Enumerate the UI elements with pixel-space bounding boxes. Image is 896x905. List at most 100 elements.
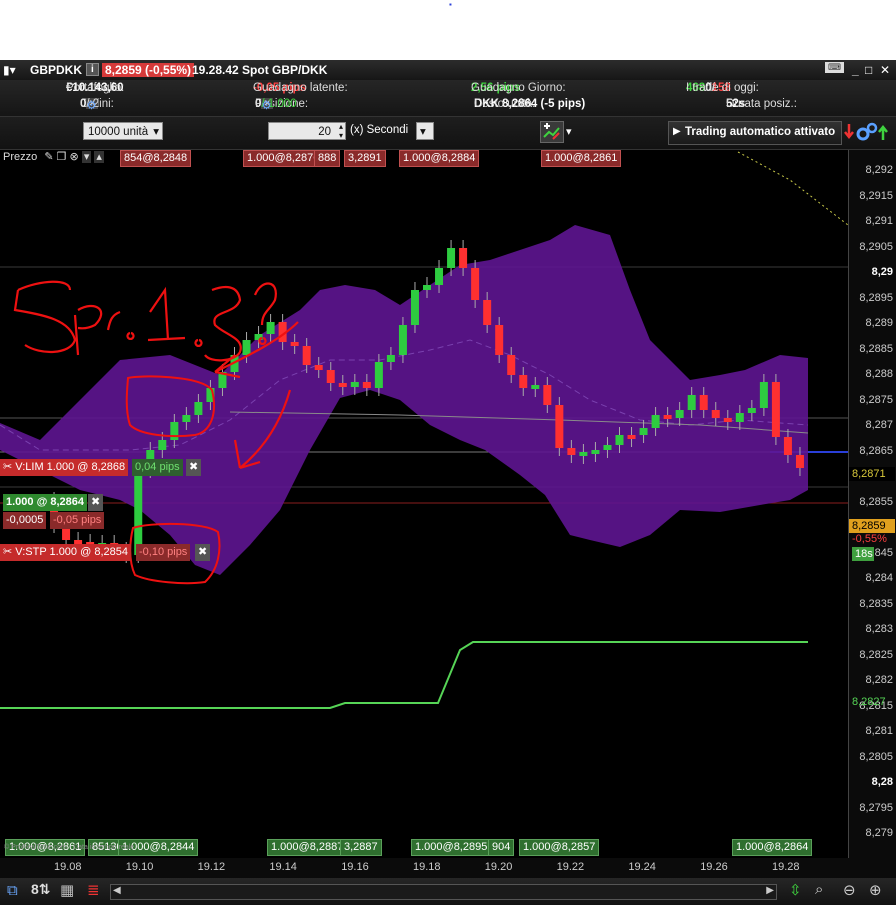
maximize-icon[interactable]: □ [865, 63, 872, 77]
candle-body [362, 382, 371, 388]
scissors-icon[interactable]: ✂ [3, 546, 12, 558]
chevron-down-icon[interactable]: ▾ [566, 125, 572, 138]
top-order-label[interactable]: 1.000@8,2884 [399, 150, 480, 167]
vlim-order[interactable]: ✂ V:LIM 1.000 @ 8,2868 [0, 459, 129, 476]
xaxis-tick: 19.08 [54, 861, 82, 873]
position-line-label[interactable]: 1.000 @ 8,2864 [3, 494, 88, 511]
chevron-right-icon: ▶ [673, 126, 681, 137]
top-order-label[interactable]: 1.000@8,2876 [243, 150, 324, 167]
vlim-close-icon[interactable]: ✖ [186, 459, 202, 476]
auto-trading-gear-icon[interactable] [843, 121, 889, 143]
chart-type-icon[interactable]: ⧉ [7, 882, 18, 899]
yaxis-badge-price: 8,2859 [849, 519, 895, 533]
interval-input[interactable]: 20 ▴ ▾ [268, 122, 346, 140]
top-order-label[interactable]: 888 [314, 150, 341, 167]
yaxis-tick: 8,292 [865, 164, 893, 176]
spinner-icon[interactable]: ▴ ▾ [339, 122, 343, 140]
candle-body [675, 410, 684, 418]
controls-bar: 10000 unità ▾ 20 ▴ ▾ (x) Secondi ▾ ▾ ▶ Tr… [0, 117, 896, 150]
candle-body [723, 418, 732, 422]
chart-tools-icon[interactable] [540, 121, 564, 143]
chart-canvas [0, 151, 848, 709]
yaxis-badge-indicator: 8,2827 [852, 696, 886, 708]
day-gain-label: Guadagno Giorno: [471, 82, 566, 94]
bottom-order-label[interactable]: 1.000@8,2895 [411, 839, 492, 856]
price-change-badge: 8,2859 (-0,55%) [102, 63, 195, 77]
vstp-order[interactable]: ✂ V:STP 1.000 @ 8,2854 [0, 544, 131, 561]
zoom-out-icon[interactable]: ⊖ [843, 881, 856, 899]
position-gear-icon[interactable]: ⚙ [261, 98, 271, 112]
quantity-value: 10000 unità [88, 126, 149, 138]
position-close-icon[interactable]: ✖ [88, 494, 104, 511]
candle-body [639, 428, 648, 435]
candle-body [242, 340, 251, 355]
price-axis[interactable]: 8,292 8,2915 8,291 8,2905 8,29 8,2895 8,289 8,2… [848, 150, 896, 858]
bottom-order-label[interactable]: 1.000@8,2864 [732, 839, 813, 856]
candle-body [627, 435, 636, 439]
quantity-select[interactable]: 10000 unità ▾ [83, 122, 163, 140]
scissors-icon[interactable]: ✂ [3, 461, 12, 473]
orders-gear-icon[interactable]: ⚙ [86, 98, 96, 112]
interval-dropdown[interactable]: ▾ [416, 122, 434, 140]
price-chart[interactable]: Prezzo ✎ ❐ ⊗ ▾ ▴ 854@8,2848 1.000@8,2876… [0, 150, 848, 858]
top-order-label[interactable]: 854@8,2848 [120, 150, 192, 167]
scroll-left-icon[interactable]: ◀ [113, 885, 121, 896]
window-menu-icon[interactable]: ▮▾ [3, 63, 16, 77]
zoom-in-icon[interactable]: ⊕ [869, 881, 882, 899]
draw-tool-icon[interactable]: ✎ [44, 151, 53, 163]
candle-body [374, 362, 383, 388]
candle-body [747, 408, 756, 413]
yaxis-tick: 8,2875 [859, 393, 893, 406]
minimize-icon[interactable]: _ [852, 63, 859, 77]
candle-body [302, 346, 311, 365]
scroll-right-icon[interactable]: ▶ [766, 885, 774, 896]
keyboard-icon[interactable]: ⌨ [825, 62, 844, 73]
info-icon[interactable]: i [86, 63, 99, 76]
xaxis-tick: 19.20 [484, 861, 513, 873]
zoom-fit-icon[interactable]: ⌕ [815, 881, 823, 898]
time-axis[interactable]: 19.08 19.10 19.12 19.14 19.16 19.18 19.20 19.22… [0, 858, 848, 878]
bottom-order-label[interactable]: 904 [488, 839, 515, 856]
yaxis-tick: 8,2905 [859, 240, 893, 253]
bottom-order-label[interactable]: 1.000@8,2857 [519, 839, 600, 856]
candle-body [591, 450, 600, 454]
price-label-text: Prezzo [3, 151, 38, 163]
account-stats: Portafoglio: €10.143,60 Ordini: 0 ✕ / 2 … [0, 80, 896, 117]
candle-body [338, 383, 347, 387]
xaxis-tick: 19.14 [269, 861, 297, 873]
symbol-name[interactable]: GBPDKK [30, 63, 82, 77]
yaxis-tick: 8,2885 [859, 342, 893, 355]
candle-body [266, 322, 275, 334]
candle-body [471, 268, 480, 300]
order-book-icon[interactable]: ≣ [87, 881, 100, 899]
bottom-order-label[interactable]: 3,2887 [340, 839, 382, 856]
position-pl-pips: -0,05 pips [50, 512, 105, 529]
move-up-icon[interactable]: ▴ [94, 151, 104, 163]
interval-value: 20 [318, 126, 331, 138]
trading-window: ▮▾ GBPDKK i 8,2859 (-0,55%) 19.28.42 Spo… [0, 60, 896, 905]
candle-body [290, 342, 299, 346]
windows-icon[interactable]: ❐ [57, 151, 67, 163]
candle-body [459, 248, 468, 268]
xaxis-tick: 19.28 [772, 861, 800, 873]
auto-trading-status[interactable]: ▶ Trading automatico attivato [668, 121, 842, 145]
close-indicator-icon[interactable]: ⊗ [70, 151, 79, 163]
indicator-icon[interactable]: 8⇅ [31, 881, 51, 898]
candle-body [314, 365, 323, 370]
candle-body [519, 375, 528, 388]
top-order-label[interactable]: 1.000@8,2861 [541, 150, 622, 167]
xaxis-tick: 19.24 [628, 861, 656, 873]
close-icon[interactable]: ✕ [880, 63, 890, 77]
calculator-icon[interactable]: ▦ [60, 881, 74, 899]
position-pl: -0,0005 [3, 512, 47, 529]
title-bar: ▮▾ GBPDKK i 8,2859 (-0,55%) 19.28.42 Spo… [0, 60, 896, 80]
time-scrollbar[interactable]: ◀ ▶ [110, 884, 777, 900]
candle-body [771, 382, 780, 437]
vstp-close-icon[interactable]: ✖ [195, 544, 211, 561]
auto-scale-icon[interactable]: ⇳ [789, 881, 802, 899]
bottom-order-label[interactable]: 1.000@8,2887 [267, 839, 348, 856]
top-order-label[interactable]: 3,2891 [344, 150, 386, 167]
move-down-icon[interactable]: ▾ [81, 151, 92, 163]
candle-body [567, 448, 576, 455]
window-title: 19.28.42 Spot GBP/DKK [192, 63, 328, 77]
